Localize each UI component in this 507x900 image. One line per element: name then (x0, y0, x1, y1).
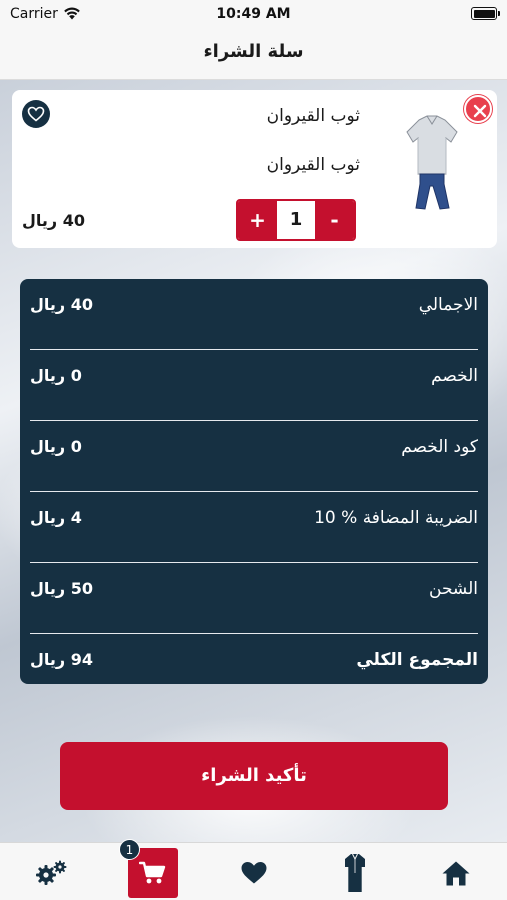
cart-item-card: ثوب القيروان ثوب القيروان 40 ريال + 1 - (12, 90, 497, 248)
summary-value: 4 ريال (30, 508, 82, 527)
summary-value: 94 ريال (30, 650, 93, 669)
summary-label: الضريبة المضافة % 10 (314, 508, 478, 528)
tab-bar: 1 (0, 839, 507, 900)
summary-label: الشحن (429, 579, 478, 599)
remove-item-button[interactable] (464, 95, 492, 123)
favorite-button[interactable] (22, 100, 50, 128)
quantity-stepper: + 1 - (236, 199, 356, 241)
summary-label: كود الخصم (401, 437, 478, 457)
summary-label: المجموع الكلي (356, 650, 478, 670)
heart-icon (27, 106, 45, 122)
summary-value: 40 ريال (30, 295, 93, 314)
summary-label: الاجمالي (418, 295, 478, 315)
decrease-quantity-button[interactable]: - (315, 201, 354, 239)
item-title: ثوب القيروان (266, 106, 360, 126)
close-icon (473, 104, 487, 118)
item-subtitle: ثوب القيروان (266, 155, 360, 175)
clock: 10:49 AM (216, 6, 291, 22)
cart-icon (139, 861, 166, 884)
summary-value: 50 ريال (30, 579, 93, 598)
order-summary: الاجمالي 40 ريال الخصم 0 ريال كود الخصم … (20, 279, 488, 684)
confirm-purchase-button[interactable]: تأكيد الشراء (60, 742, 448, 810)
cart-count-badge: 1 (119, 839, 140, 860)
item-price: 40 ريال (22, 211, 85, 230)
tab-cart[interactable]: 1 (119, 839, 178, 898)
quantity-value: 1 (289, 209, 303, 230)
tab-favorites[interactable] (229, 848, 279, 898)
summary-value: 0 ريال (30, 437, 82, 456)
summary-value: 0 ريال (30, 366, 82, 385)
tab-products[interactable] (330, 848, 380, 898)
summary-row-subtotal: الاجمالي 40 ريال (30, 279, 478, 350)
summary-label: الخصم (431, 366, 478, 386)
tab-settings[interactable] (27, 848, 77, 898)
summary-row-shipping: الشحن 50 ريال (30, 563, 478, 634)
summary-row-discount-code: كود الخصم 0 ريال (30, 421, 478, 492)
summary-row-vat: الضريبة المضافة % 10 4 ريال (30, 492, 478, 563)
thobe-icon (345, 853, 365, 892)
heart-icon (241, 862, 267, 884)
increase-quantity-button[interactable]: + (238, 201, 277, 239)
summary-row-total: المجموع الكلي 94 ريال (30, 634, 478, 705)
tab-home[interactable] (431, 848, 481, 898)
home-icon (442, 861, 470, 886)
status-bar: Carrier 10:49 AM (0, 0, 507, 30)
product-image (406, 115, 458, 210)
page-title: سلة الشراء (203, 41, 304, 62)
summary-row-discount: الخصم 0 ريال (30, 350, 478, 421)
nav-bar: سلة الشراء (0, 30, 507, 80)
battery-icon (471, 7, 500, 20)
gear-icon (36, 860, 67, 885)
